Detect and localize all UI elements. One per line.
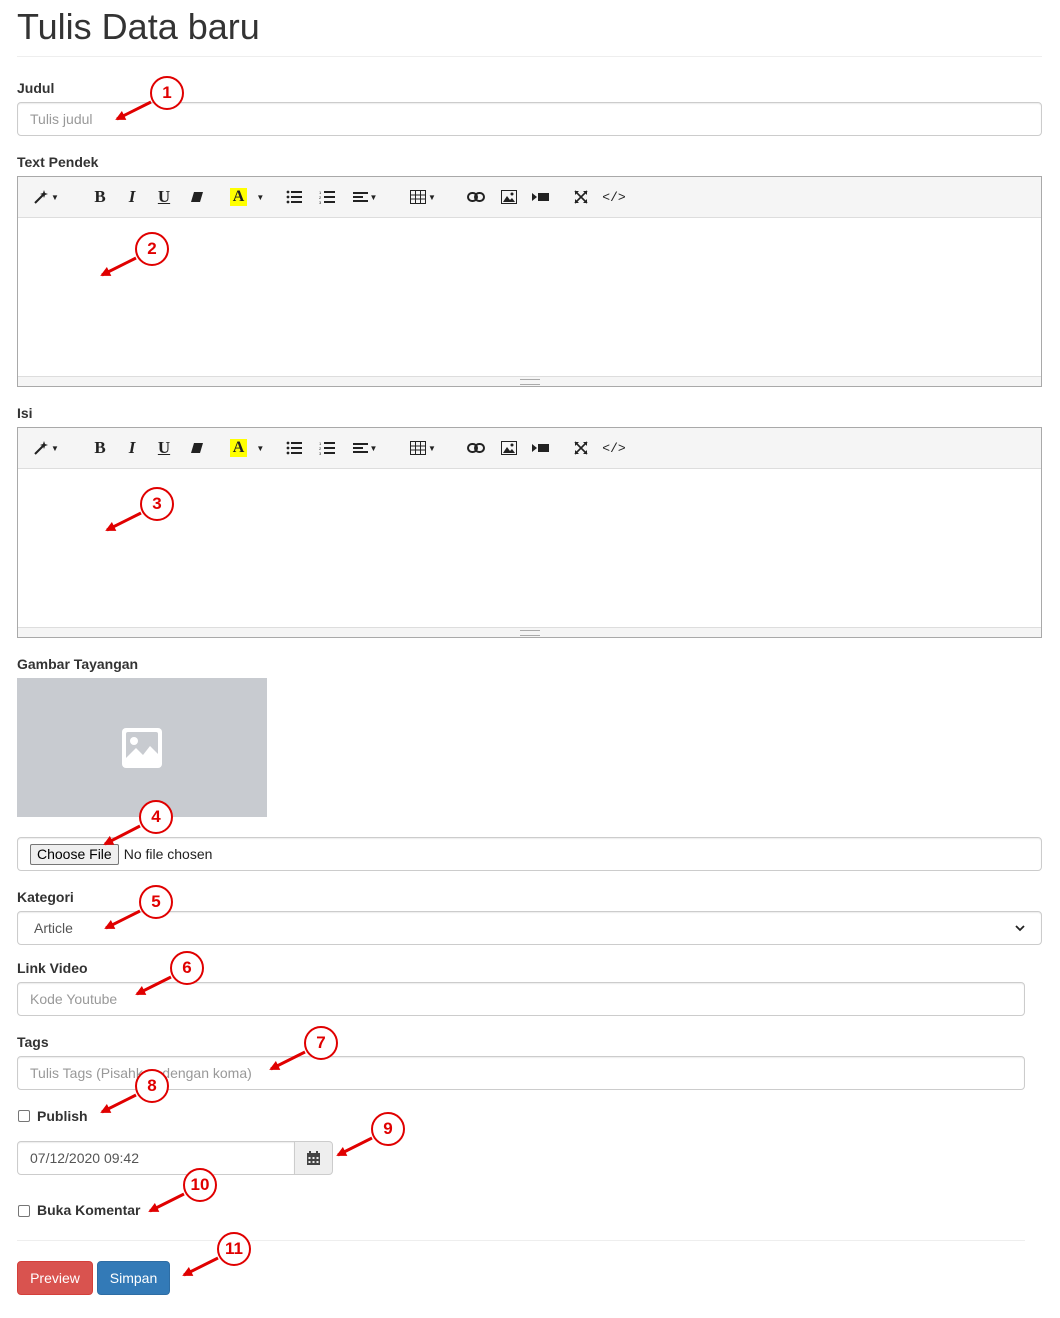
table-icon[interactable]: ▼ xyxy=(408,438,438,458)
kategori-select[interactable]: Article xyxy=(17,911,1042,945)
text-pendek-resize-handle[interactable] xyxy=(18,376,1041,386)
unordered-list-icon[interactable] xyxy=(284,438,304,458)
callout-2: 2 xyxy=(135,232,169,266)
align-icon[interactable]: ▼ xyxy=(350,438,380,458)
kategori-selected: Article xyxy=(34,920,73,936)
datetime-group xyxy=(17,1141,333,1175)
callout-arrow-10 xyxy=(148,1192,185,1213)
eraser-icon[interactable] xyxy=(187,438,207,458)
link-icon[interactable] xyxy=(466,187,486,207)
kategori-label: Kategori xyxy=(17,889,74,905)
bold-icon[interactable]: B xyxy=(90,438,110,458)
italic-icon[interactable]: I xyxy=(122,187,142,207)
bold-icon[interactable]: B xyxy=(90,187,110,207)
calendar-button[interactable] xyxy=(294,1141,333,1175)
font-color-icon[interactable]: A ▼ xyxy=(226,438,268,458)
align-icon[interactable]: ▼ xyxy=(350,187,380,207)
font-color-icon[interactable]: A ▼ xyxy=(226,187,268,207)
callout-6: 6 xyxy=(170,951,204,985)
chevron-down-icon xyxy=(1015,924,1025,931)
ordered-list-icon[interactable]: 123 xyxy=(317,187,337,207)
callout-1: 1 xyxy=(150,76,184,110)
link-icon[interactable] xyxy=(466,438,486,458)
form-divider xyxy=(17,1240,1025,1241)
underline-icon[interactable]: U xyxy=(154,187,174,207)
callout-8: 8 xyxy=(135,1069,169,1103)
file-input[interactable]: Choose File No file chosen xyxy=(17,837,1042,871)
callout-3: 3 xyxy=(140,487,174,521)
calendar-icon xyxy=(307,1151,320,1165)
callout-5: 5 xyxy=(139,885,173,919)
no-file-text: No file chosen xyxy=(123,846,213,862)
fullscreen-icon[interactable] xyxy=(571,187,591,207)
callout-4: 4 xyxy=(139,800,173,834)
isi-content[interactable] xyxy=(18,469,1041,627)
callout-10: 10 xyxy=(183,1168,217,1202)
image-placeholder-icon xyxy=(122,728,162,768)
fullscreen-icon[interactable] xyxy=(571,438,591,458)
simpan-button[interactable]: Simpan xyxy=(97,1261,170,1295)
text-pendek-toolbar: ▼ B I U A ▼ 123 ▼ ▼ </> xyxy=(18,177,1041,218)
link-video-label: Link Video xyxy=(17,960,88,976)
callout-arrow-11 xyxy=(182,1256,219,1277)
isi-label: Isi xyxy=(17,405,33,421)
callout-11: 11 xyxy=(217,1232,251,1266)
svg-text:3: 3 xyxy=(319,200,322,204)
eraser-icon[interactable] xyxy=(187,187,207,207)
publish-checkbox[interactable] xyxy=(18,1110,30,1122)
table-icon[interactable]: ▼ xyxy=(408,187,438,207)
code-view-icon[interactable]: </> xyxy=(601,438,627,458)
callout-arrow-9 xyxy=(336,1136,373,1157)
video-icon[interactable] xyxy=(530,187,550,207)
svg-text:3: 3 xyxy=(319,451,322,455)
gambar-label: Gambar Tayangan xyxy=(17,656,139,672)
preview-button[interactable]: Preview xyxy=(17,1261,93,1295)
choose-file-button[interactable]: Choose File xyxy=(30,843,119,865)
text-pendek-label: Text Pendek xyxy=(17,154,99,170)
komentar-checkbox[interactable] xyxy=(18,1205,30,1217)
image-icon[interactable] xyxy=(499,187,519,207)
isi-editor: ▼ B I U A ▼ 123 ▼ ▼ </> xyxy=(17,427,1042,638)
magic-icon[interactable]: ▼ xyxy=(30,187,62,207)
judul-label: Judul xyxy=(17,80,55,96)
link-video-input[interactable] xyxy=(17,982,1025,1016)
page-title: Tulis Data baru xyxy=(17,6,260,47)
italic-icon[interactable]: I xyxy=(122,438,142,458)
text-pendek-editor: ▼ B I U A ▼ 123 ▼ ▼ </> xyxy=(17,176,1042,387)
magic-icon[interactable]: ▼ xyxy=(30,438,62,458)
video-icon[interactable] xyxy=(530,438,550,458)
tags-label: Tags xyxy=(17,1034,49,1050)
text-pendek-content[interactable] xyxy=(18,218,1041,376)
code-view-icon[interactable]: </> xyxy=(601,187,627,207)
isi-toolbar: ▼ B I U A ▼ 123 ▼ ▼ </> xyxy=(18,428,1041,469)
unordered-list-icon[interactable] xyxy=(284,187,304,207)
komentar-label: Buka Komentar xyxy=(37,1202,141,1218)
isi-resize-handle[interactable] xyxy=(18,627,1041,637)
callout-arrow-8 xyxy=(100,1093,137,1114)
publish-label: Publish xyxy=(37,1108,88,1124)
image-preview xyxy=(17,678,267,817)
ordered-list-icon[interactable]: 123 xyxy=(317,438,337,458)
title-divider xyxy=(17,56,1042,57)
underline-icon[interactable]: U xyxy=(154,438,174,458)
datetime-input[interactable] xyxy=(17,1141,295,1175)
callout-7: 7 xyxy=(304,1026,338,1060)
callout-9: 9 xyxy=(371,1112,405,1146)
image-icon[interactable] xyxy=(499,438,519,458)
